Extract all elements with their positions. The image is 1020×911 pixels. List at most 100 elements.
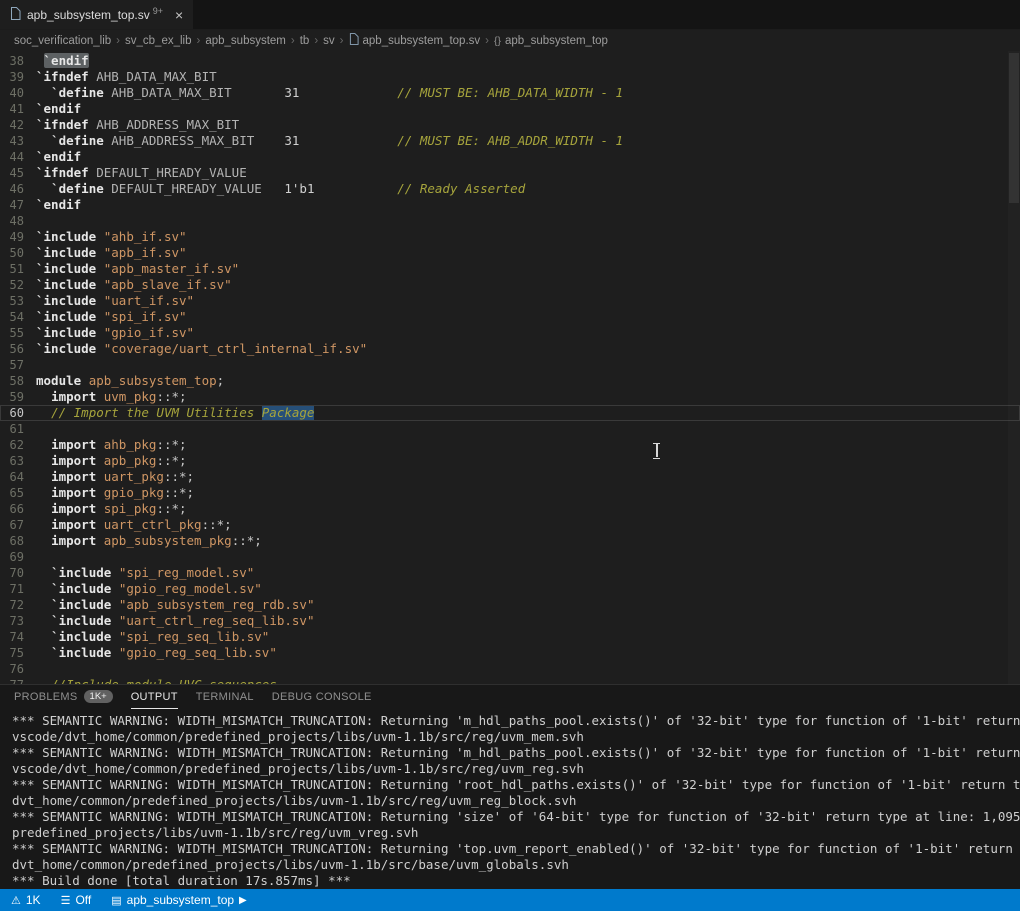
breadcrumb-item[interactable]: apb_subsystem_top.sv bbox=[349, 33, 481, 48]
code-line[interactable]: 44`endif bbox=[0, 149, 1020, 165]
line-number[interactable]: 74 bbox=[0, 629, 36, 645]
code-line[interactable]: 71 `include "gpio_reg_model.sv" bbox=[0, 581, 1020, 597]
code-line[interactable]: 68 import apb_subsystem_pkg::*; bbox=[0, 533, 1020, 549]
breadcrumb-item[interactable]: apb_subsystem bbox=[205, 35, 286, 47]
code-line[interactable]: 47`endif bbox=[0, 197, 1020, 213]
line-number[interactable]: 63 bbox=[0, 453, 36, 469]
panel-tab-terminal[interactable]: TERMINAL bbox=[196, 685, 254, 709]
code-line[interactable]: 42`ifndef AHB_ADDRESS_MAX_BIT bbox=[0, 117, 1020, 133]
code-line[interactable]: 57 bbox=[0, 357, 1020, 373]
line-number[interactable]: 44 bbox=[0, 149, 36, 165]
code-line[interactable]: 75 `include "gpio_reg_seq_lib.sv" bbox=[0, 645, 1020, 661]
panel-tab-output[interactable]: OUTPUT bbox=[131, 685, 178, 709]
editor-scrollbar[interactable] bbox=[1008, 51, 1020, 684]
statusbar-item-1k[interactable]: ⚠1K bbox=[8, 889, 44, 911]
line-number[interactable]: 68 bbox=[0, 533, 36, 549]
line-number[interactable]: 77 bbox=[0, 677, 36, 684]
line-number[interactable]: 46 bbox=[0, 181, 36, 197]
line-number[interactable]: 64 bbox=[0, 469, 36, 485]
code-line[interactable]: 77 //Include module UVC sequences bbox=[0, 677, 1020, 684]
code-line[interactable]: 55`include "gpio_if.sv" bbox=[0, 325, 1020, 341]
code-line[interactable]: 39`ifndef AHB_DATA_MAX_BIT bbox=[0, 69, 1020, 85]
code-line[interactable]: 58module apb_subsystem_top; bbox=[0, 373, 1020, 389]
panel-tab-debug-console[interactable]: DEBUG CONSOLE bbox=[272, 685, 372, 709]
code-line[interactable]: 69 bbox=[0, 549, 1020, 565]
play-icon[interactable]: ▶ bbox=[239, 895, 247, 906]
line-number[interactable]: 61 bbox=[0, 421, 36, 437]
line-number[interactable]: 40 bbox=[0, 85, 36, 101]
code-line[interactable]: 38 `endif bbox=[0, 53, 1020, 69]
line-number[interactable]: 75 bbox=[0, 645, 36, 661]
breadcrumb-item[interactable]: sv_cb_ex_lib bbox=[125, 35, 191, 47]
line-number[interactable]: 51 bbox=[0, 261, 36, 277]
line-number[interactable]: 65 bbox=[0, 485, 36, 501]
line-number[interactable]: 71 bbox=[0, 581, 36, 597]
line-number[interactable]: 66 bbox=[0, 501, 36, 517]
code-editor[interactable]: 38 `endif39`ifndef AHB_DATA_MAX_BIT40 `d… bbox=[0, 51, 1020, 684]
line-number[interactable]: 55 bbox=[0, 325, 36, 341]
code-line[interactable]: 53`include "uart_if.sv" bbox=[0, 293, 1020, 309]
line-number[interactable]: 70 bbox=[0, 565, 36, 581]
code-line[interactable]: 59 import uvm_pkg::*; bbox=[0, 389, 1020, 405]
code-line[interactable]: 50`include "apb_if.sv" bbox=[0, 245, 1020, 261]
line-number[interactable]: 52 bbox=[0, 277, 36, 293]
line-number[interactable]: 67 bbox=[0, 517, 36, 533]
line-number[interactable]: 59 bbox=[0, 389, 36, 405]
code-line[interactable]: 76 bbox=[0, 661, 1020, 677]
code-line[interactable]: 66 import spi_pkg::*; bbox=[0, 501, 1020, 517]
line-number[interactable]: 49 bbox=[0, 229, 36, 245]
line-number[interactable]: 56 bbox=[0, 341, 36, 357]
line-number[interactable]: 58 bbox=[0, 373, 36, 389]
code-line[interactable]: 51`include "apb_master_if.sv" bbox=[0, 261, 1020, 277]
code-line[interactable]: 74 `include "spi_reg_seq_lib.sv" bbox=[0, 629, 1020, 645]
line-number[interactable]: 72 bbox=[0, 597, 36, 613]
code-line[interactable]: 63 import apb_pkg::*; bbox=[0, 453, 1020, 469]
line-number[interactable]: 69 bbox=[0, 549, 36, 565]
code-line[interactable]: 70 `include "spi_reg_model.sv" bbox=[0, 565, 1020, 581]
code-line[interactable]: 48 bbox=[0, 213, 1020, 229]
line-number[interactable]: 41 bbox=[0, 101, 36, 117]
code-line[interactable]: 43 `define AHB_ADDRESS_MAX_BIT 31 // MUS… bbox=[0, 133, 1020, 149]
scrollbar-thumb[interactable] bbox=[1009, 53, 1019, 203]
line-number[interactable]: 47 bbox=[0, 197, 36, 213]
code-line[interactable]: 64 import uart_pkg::*; bbox=[0, 469, 1020, 485]
panel-tab-problems[interactable]: PROBLEMS1K+ bbox=[14, 685, 113, 709]
line-number[interactable]: 42 bbox=[0, 117, 36, 133]
breadcrumb-item[interactable]: tb bbox=[300, 35, 310, 47]
line-number[interactable]: 73 bbox=[0, 613, 36, 629]
line-number[interactable]: 45 bbox=[0, 165, 36, 181]
line-number[interactable]: 48 bbox=[0, 213, 36, 229]
breadcrumb-item[interactable]: sv bbox=[323, 35, 335, 47]
code-line[interactable]: 52`include "apb_slave_if.sv" bbox=[0, 277, 1020, 293]
code-line[interactable]: 60 // Import the UVM Utilities Package bbox=[0, 405, 1020, 421]
line-number[interactable]: 43 bbox=[0, 133, 36, 149]
close-icon[interactable]: × bbox=[175, 8, 183, 22]
line-number[interactable]: 54 bbox=[0, 309, 36, 325]
code-line[interactable]: 72 `include "apb_subsystem_reg_rdb.sv" bbox=[0, 597, 1020, 613]
line-number[interactable]: 57 bbox=[0, 357, 36, 373]
breadcrumb-item[interactable]: soc_verification_lib bbox=[14, 35, 111, 47]
code-line[interactable]: 41`endif bbox=[0, 101, 1020, 117]
code-line[interactable]: 40 `define AHB_DATA_MAX_BIT 31 // MUST B… bbox=[0, 85, 1020, 101]
code-line[interactable]: 65 import gpio_pkg::*; bbox=[0, 485, 1020, 501]
code-line[interactable]: 62 import ahb_pkg::*; bbox=[0, 437, 1020, 453]
line-number[interactable]: 76 bbox=[0, 661, 36, 677]
line-number[interactable]: 50 bbox=[0, 245, 36, 261]
line-number[interactable]: 62 bbox=[0, 437, 36, 453]
code-line[interactable]: 46 `define DEFAULT_HREADY_VALUE 1'b1 // … bbox=[0, 181, 1020, 197]
line-number[interactable]: 53 bbox=[0, 293, 36, 309]
code-line[interactable]: 73 `include "uart_ctrl_reg_seq_lib.sv" bbox=[0, 613, 1020, 629]
line-number[interactable]: 39 bbox=[0, 69, 36, 85]
code-line[interactable]: 45`ifndef DEFAULT_HREADY_VALUE bbox=[0, 165, 1020, 181]
code-line[interactable]: 54`include "spi_if.sv" bbox=[0, 309, 1020, 325]
line-number[interactable]: 38 bbox=[0, 53, 36, 69]
output-log[interactable]: *** SEMANTIC WARNING: WIDTH_MISMATCH_TRU… bbox=[0, 709, 1020, 889]
tab-apb-subsystem-top[interactable]: apb_subsystem_top.sv 9+ × bbox=[0, 0, 194, 29]
code-line[interactable]: 56`include "coverage/uart_ctrl_internal_… bbox=[0, 341, 1020, 357]
statusbar-item-off[interactable]: ☰Off bbox=[58, 889, 95, 911]
code-line[interactable]: 49`include "ahb_if.sv" bbox=[0, 229, 1020, 245]
line-number[interactable]: 60 bbox=[0, 405, 36, 421]
code-line[interactable]: 67 import uart_ctrl_pkg::*; bbox=[0, 517, 1020, 533]
breadcrumb-item[interactable]: {}apb_subsystem_top bbox=[494, 35, 608, 47]
code-line[interactable]: 61 bbox=[0, 421, 1020, 437]
